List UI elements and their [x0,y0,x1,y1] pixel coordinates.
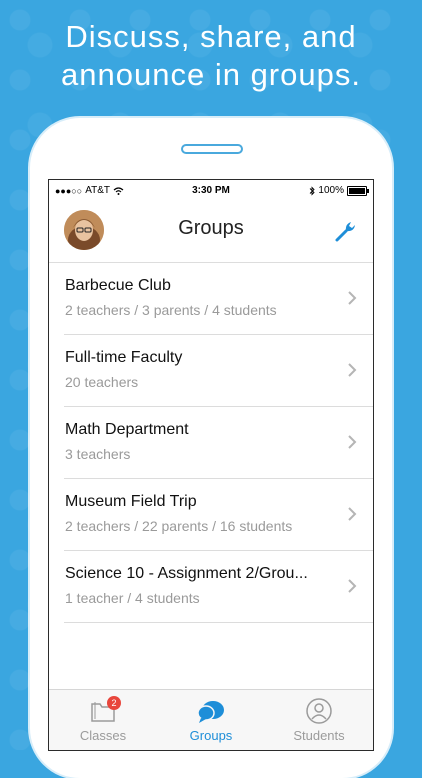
chevron-right-icon [348,291,357,305]
promo-headline: Discuss, share, and announce in groups. [0,18,422,94]
group-name: Museum Field Trip [65,493,197,510]
group-members: 20 teachers [65,374,139,390]
group-name: Math Department [65,421,189,438]
group-members: 1 teacher / 4 students [65,590,200,606]
list-item[interactable]: Science 10 - Assignment 2/Grou... 1 teac… [49,551,373,623]
tab-classes[interactable]: 2 Classes [49,690,157,750]
group-name: Full-time Faculty [65,349,183,366]
status-bar: ●●●○○ AT&T 3:30 PM 100% [49,180,373,202]
group-members: 2 teachers / 22 parents / 16 students [65,518,293,534]
group-name: Barbecue Club [65,277,171,294]
group-members: 3 teachers [65,446,131,462]
list-item[interactable]: Museum Field Trip 2 teachers / 22 parent… [49,479,373,551]
chat-bubble-icon [197,701,224,723]
person-icon [306,698,332,724]
battery-percent: 100% [318,185,344,196]
classes-badge: 2 [107,696,121,710]
group-members: 2 teachers / 3 parents / 4 students [65,302,277,318]
chevron-right-icon [348,579,357,593]
tab-groups[interactable]: Groups [157,690,265,750]
tab-label: Classes [79,728,127,743]
list-item[interactable]: Full-time Faculty 20 teachers [49,335,373,407]
chevron-right-icon [348,435,357,449]
tab-label: Groups [189,728,233,743]
chevron-right-icon [348,507,357,521]
battery-icon [347,185,369,196]
tab-bar: 2 Classes Groups Students [49,689,373,750]
wrench-icon[interactable] [333,218,359,244]
tab-label: Students [293,728,345,743]
groups-list: Barbecue Club 2 teachers / 3 parents / 4… [49,263,373,695]
chevron-right-icon [348,363,357,377]
page-title: Groups [178,217,244,239]
list-item[interactable]: Barbecue Club 2 teachers / 3 parents / 4… [49,263,373,335]
headline-line-2: announce in groups. [61,57,361,92]
list-item[interactable]: Math Department 3 teachers [49,407,373,479]
battery-level [349,187,365,194]
app-screen: ●●●○○ AT&T 3:30 PM 100% Groups Barbecue … [49,180,373,750]
nav-bar: Groups [49,202,373,263]
phone-speaker [181,144,243,154]
group-name: Science 10 - Assignment 2/Grou... [65,565,308,582]
bluetooth-icon [310,185,316,196]
tab-students[interactable]: Students [265,690,373,750]
headline-line-1: Discuss, share, and [65,19,357,54]
